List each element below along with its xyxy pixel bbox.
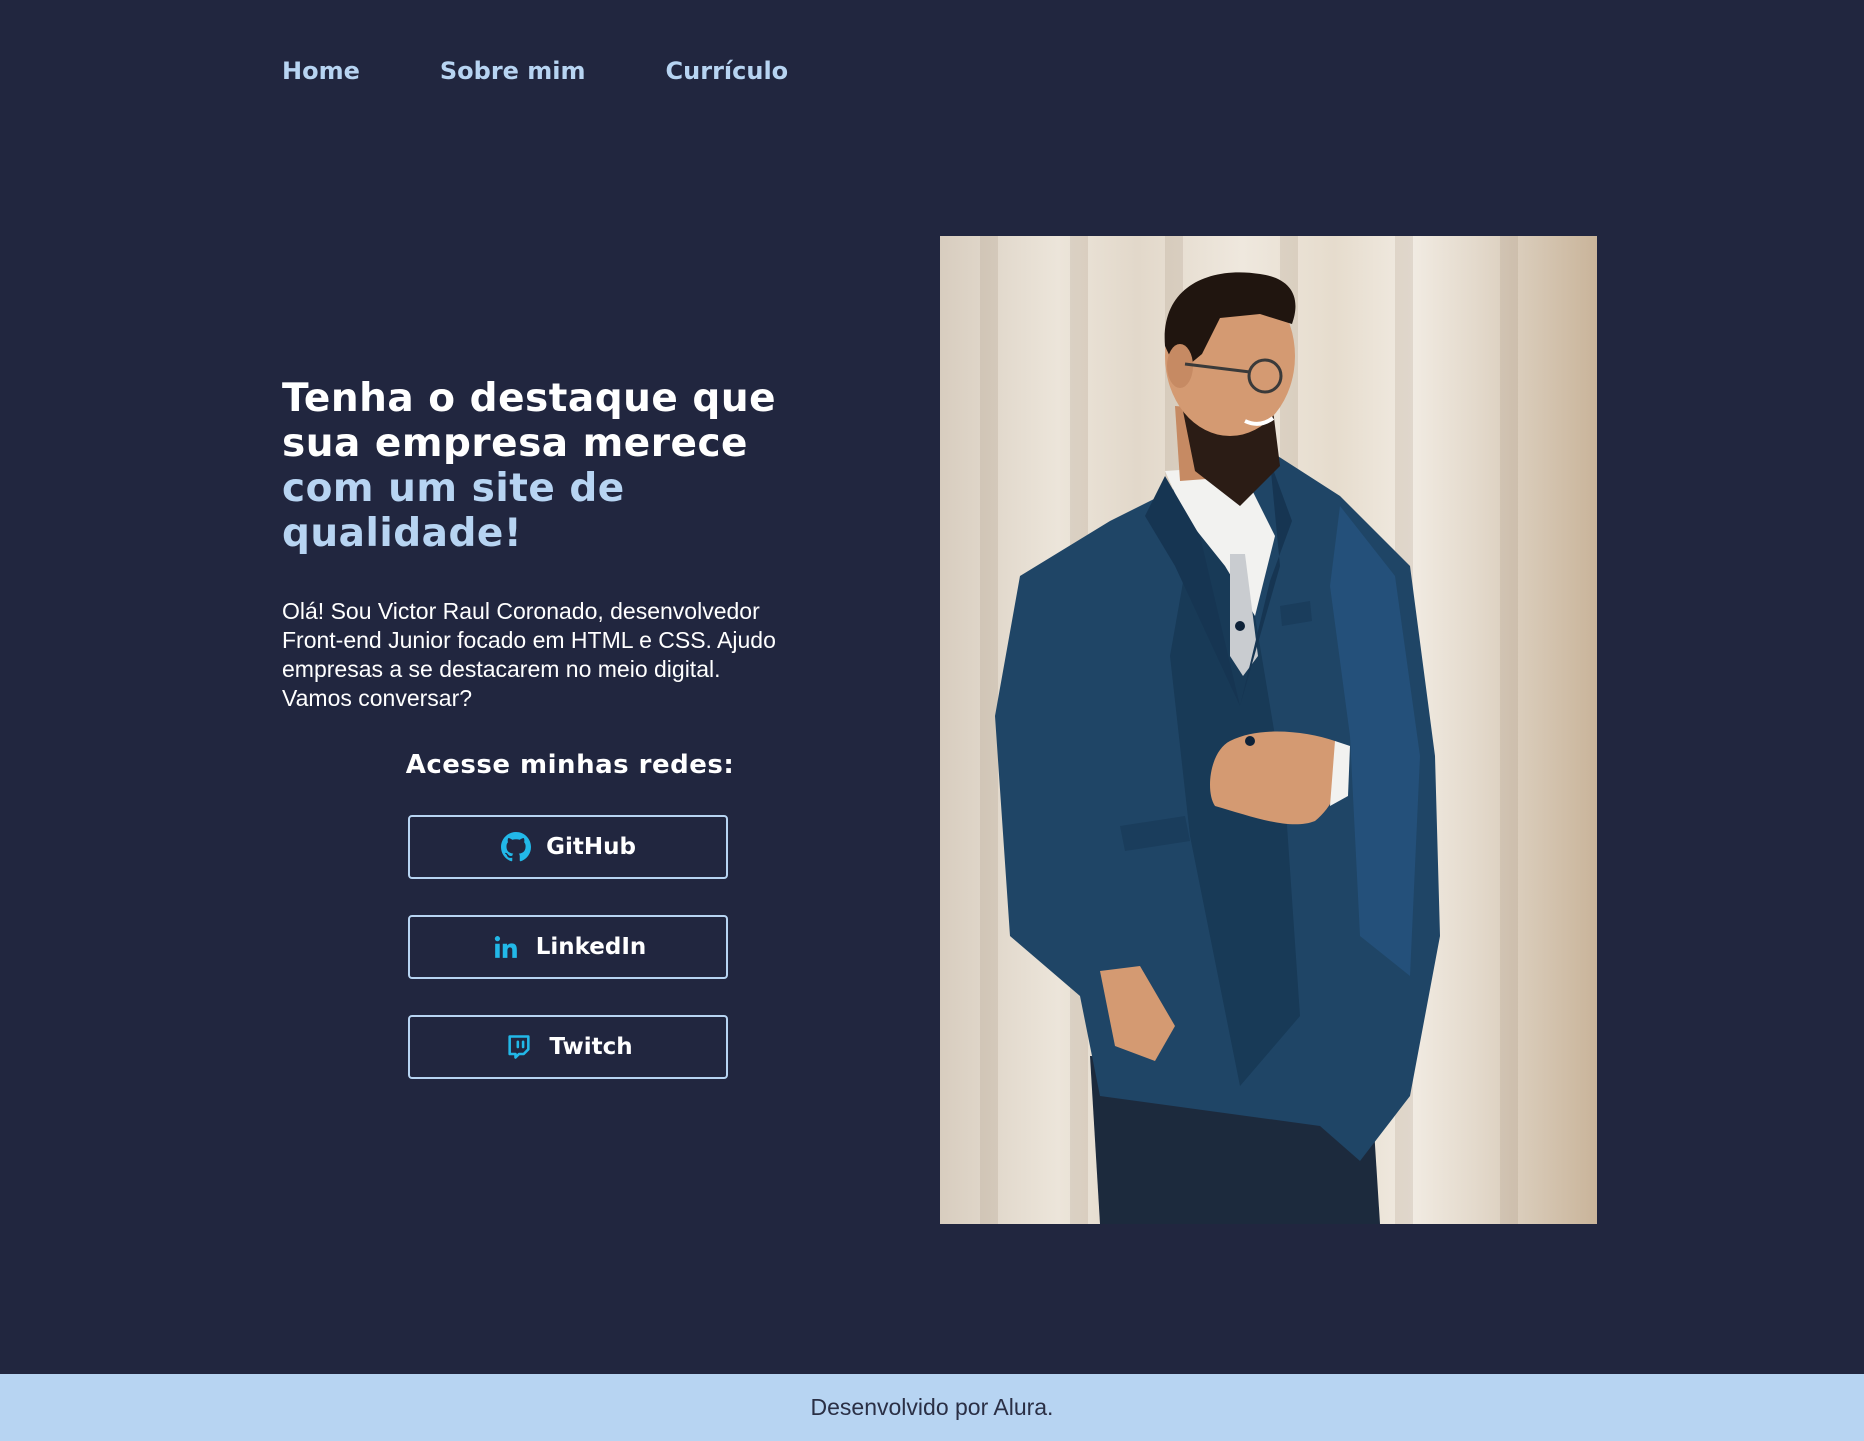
twitch-button[interactable]: Twitch <box>408 1015 728 1079</box>
nav-home-link[interactable]: Home <box>282 57 360 85</box>
hero-section: Tenha o destaque que sua empresa merece … <box>282 376 882 711</box>
nav-about-link[interactable]: Sobre mim <box>440 57 586 85</box>
github-label: GitHub <box>546 834 636 860</box>
footer-text: Desenvolvido por Alura. <box>810 1394 1054 1420</box>
nav-resume-link[interactable]: Currículo <box>666 57 789 85</box>
intro-line-4: Vamos conversar? <box>282 685 473 711</box>
headline-line-3: com um site de <box>282 466 625 511</box>
linkedin-label: LinkedIn <box>535 934 647 960</box>
intro-line-1: Olá! Sou Victor Raul Coronado, desenvolv… <box>282 598 760 624</box>
headline-line-2: sua empresa merece <box>282 421 749 466</box>
person-figure <box>995 272 1440 1224</box>
hero-intro: Olá! Sou Victor Raul Coronado, desenvolv… <box>282 597 882 713</box>
headline-line-4: qualidade! <box>282 511 523 556</box>
linkedin-icon <box>490 931 522 963</box>
social-title: Acesse minhas redes: <box>405 750 735 780</box>
twitch-icon <box>503 1031 535 1063</box>
twitch-label: Twitch <box>549 1034 633 1060</box>
linkedin-button[interactable]: LinkedIn <box>408 915 728 979</box>
github-icon <box>500 831 532 863</box>
github-button[interactable]: GitHub <box>408 815 728 879</box>
main-nav: Home Sobre mim Currículo <box>282 51 868 91</box>
footer: Desenvolvido por Alura. <box>0 1374 1864 1441</box>
intro-line-3: empresas a se destacarem no meio digital… <box>282 656 721 682</box>
hero-headline: Tenha o destaque que sua empresa merece … <box>282 376 882 556</box>
intro-line-2: Front-end Junior focado em HTML e CSS. A… <box>282 627 776 653</box>
portrait-photo <box>940 236 1597 1224</box>
headline-line-1: Tenha o destaque que <box>282 376 777 421</box>
